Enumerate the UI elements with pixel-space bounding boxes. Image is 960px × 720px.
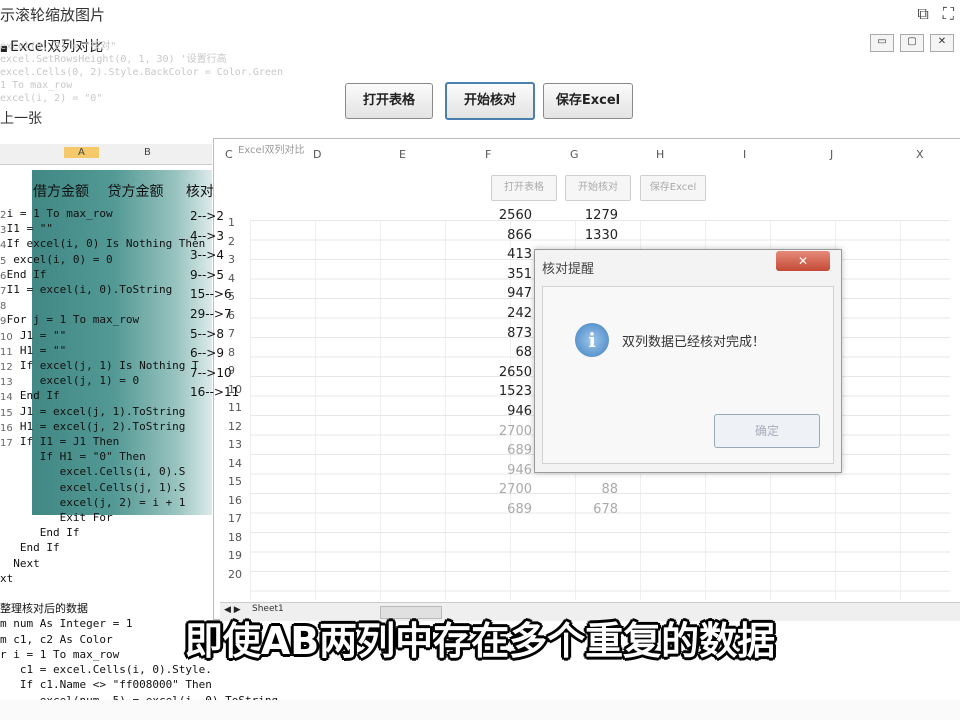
minimize-button[interactable]: ▭ bbox=[870, 34, 894, 52]
bottom-strip bbox=[0, 700, 960, 720]
table-header-row: 借方金额 贷方金额 核对 bbox=[33, 181, 214, 201]
outer-window-title: 示滚轮缩放图片 bbox=[0, 6, 106, 24]
column-header-e[interactable]: E bbox=[399, 148, 406, 161]
row-label: 18 bbox=[228, 530, 242, 544]
faded-code-line: excel.SetRowsHeight(0, 1, 30) '设置行高 bbox=[0, 54, 227, 65]
code-line: If c1.Name <> "ff008000" Then bbox=[0, 678, 212, 692]
match-arrow: 4-->3 bbox=[190, 228, 224, 243]
match-arrow bbox=[190, 442, 239, 462]
cell-value: 68 bbox=[515, 345, 532, 361]
cell-value: 2650 bbox=[498, 364, 532, 380]
column-header-h[interactable]: H bbox=[656, 148, 664, 161]
cell-value: 2700 bbox=[498, 423, 532, 439]
ghost-open-button: 打开表格 bbox=[491, 175, 557, 201]
open-sheet-button[interactable]: 打开表格 bbox=[345, 83, 433, 119]
faded-code-line: excel(i, 2) = "0" bbox=[0, 93, 103, 104]
column-header-j[interactable]: J bbox=[830, 148, 833, 161]
column-header-i[interactable]: I bbox=[743, 148, 746, 161]
match-arrow bbox=[190, 481, 239, 501]
match-arrow bbox=[190, 423, 239, 443]
match-arrow: 3-->4 bbox=[190, 248, 224, 263]
cell-value: 413 bbox=[507, 247, 532, 263]
cell-value: 873 bbox=[507, 325, 532, 341]
cell-value: 2560 bbox=[498, 208, 532, 223]
match-arrow: 16-->11 bbox=[190, 385, 240, 400]
prev-image-link[interactable]: 上一张 bbox=[0, 108, 42, 128]
dialog-title: 核对提醒 bbox=[542, 262, 595, 277]
match-arrow bbox=[190, 501, 239, 521]
dialog-ok-button[interactable]: 确定 bbox=[714, 414, 820, 448]
ghost-save-button: 保存Excel bbox=[640, 175, 706, 201]
cell-value: 351 bbox=[507, 266, 532, 282]
match-arrow: 9-->5 bbox=[190, 267, 224, 282]
open-external-icon[interactable]: ⧉ bbox=[917, 4, 928, 24]
background-code: excel(0, 2) = "核对" excel.SetRowsHeight(0… bbox=[0, 40, 283, 105]
left-column-header: A B bbox=[0, 144, 212, 165]
cell-value: 242 bbox=[507, 305, 532, 321]
outer-window-tools: ⧉ ⛶ bbox=[917, 4, 954, 24]
faded-code-line: excel.Cells(0, 2).Style.BackColor = Colo… bbox=[0, 67, 283, 78]
window-controls: ▭ ▢ ✕ bbox=[870, 34, 954, 52]
match-arrow: 6-->9 bbox=[190, 346, 224, 361]
debit-header: 借方金额 bbox=[33, 184, 89, 200]
cell-value: 947 bbox=[507, 286, 532, 302]
faded-code-line: excel(0, 2) = "核对" bbox=[0, 41, 117, 52]
credit-header: 贷方金额 bbox=[107, 184, 164, 200]
cell-value: 946 bbox=[507, 462, 532, 478]
match-arrow: 15-->6 bbox=[190, 287, 232, 302]
save-excel-button[interactable]: 保存Excel bbox=[543, 83, 633, 119]
check-header: 核对 bbox=[185, 184, 214, 200]
restore-button[interactable]: ▢ bbox=[900, 34, 924, 52]
fullscreen-icon[interactable]: ⛶ bbox=[943, 4, 954, 24]
column-b-header[interactable]: B bbox=[144, 147, 151, 158]
cell-value: 946 bbox=[507, 403, 532, 419]
ghost-check-button: 开始核对 bbox=[565, 175, 631, 201]
match-arrow: 2-->2 bbox=[190, 209, 224, 223]
match-arrow: 29-->7 bbox=[190, 306, 232, 321]
start-check-button[interactable]: 开始核对 bbox=[445, 82, 535, 120]
cell-value: 88 bbox=[601, 482, 618, 498]
cell-value: 678 bbox=[593, 501, 618, 517]
match-arrow: 5-->8 bbox=[190, 326, 224, 341]
cell-value: 2700 bbox=[498, 482, 532, 498]
row-label: 20 bbox=[228, 567, 242, 581]
faded-code-line: 1 To max_row bbox=[0, 80, 73, 91]
info-icon: i bbox=[575, 323, 609, 357]
column-header-x[interactable]: X bbox=[916, 148, 924, 161]
cell-value: 866 bbox=[507, 227, 532, 243]
cell-value: 689 bbox=[507, 501, 532, 517]
dialog-message: 双列数据已经核对完成！ bbox=[622, 335, 766, 350]
column-f-values: 2560 866 413 351 947 242 873 68 2650 1523 946 2700 6… bbox=[470, 206, 532, 520]
grid-column-headers: CDEFGHIJX bbox=[213, 148, 960, 162]
column-a-header[interactable]: A bbox=[64, 147, 99, 158]
column-header-c[interactable]: C bbox=[225, 148, 233, 161]
dialog-close-button[interactable]: ✕ bbox=[776, 251, 830, 271]
video-caption: 即使AB两列中存在多个重复的数据 bbox=[184, 619, 776, 663]
close-button[interactable]: ✕ bbox=[930, 34, 954, 52]
column-header-g[interactable]: G bbox=[570, 148, 579, 161]
column-header-d[interactable]: D bbox=[313, 148, 321, 161]
match-arrow bbox=[190, 403, 239, 423]
column-header-f[interactable]: F bbox=[485, 148, 491, 161]
match-arrows-column: 2-->2 4-->3 3-->4 9-->5 15-->6 29-->7 5-->8 6--… bbox=[190, 207, 239, 521]
match-arrow bbox=[190, 462, 239, 482]
cell-value: 1330 bbox=[584, 227, 618, 243]
cell-value: 1279 bbox=[584, 208, 618, 223]
row-label: 19 bbox=[228, 549, 242, 562]
cell-value: 1523 bbox=[498, 384, 532, 400]
match-arrow: 7-->10 bbox=[190, 365, 232, 380]
cell-value: 689 bbox=[507, 443, 532, 459]
